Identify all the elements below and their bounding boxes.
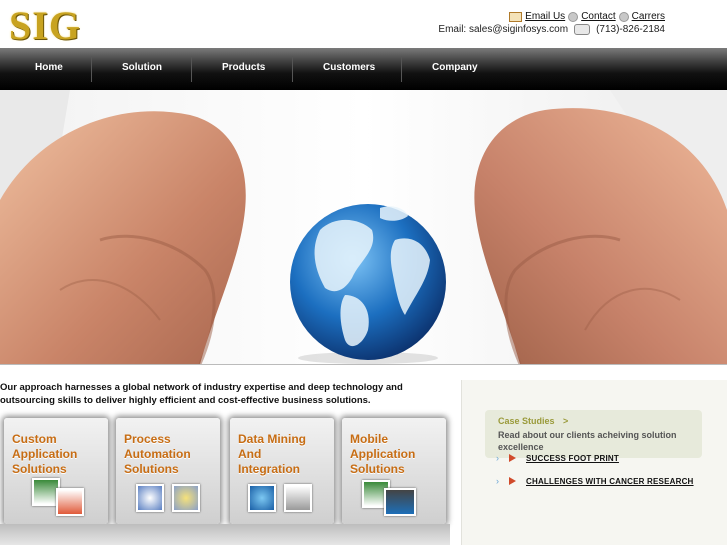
nav-customers[interactable]: Customers (323, 62, 375, 73)
case-link-cancer-research[interactable]: › CHALLENGES WITH CANCER RESEARCH (496, 476, 694, 486)
case-link-label[interactable]: SUCCESS FOOT PRINT (526, 454, 619, 463)
nav-company[interactable]: Company (432, 62, 478, 73)
phone-icon (574, 24, 591, 35)
chevron-right-icon: › (496, 453, 499, 463)
tile-label: Data Mining And Integration (238, 432, 306, 476)
gears-icon (172, 484, 200, 512)
contact-icon (568, 11, 579, 22)
main-nav: Home Solution Products Customers Company (0, 48, 727, 91)
chevron-right-icon: › (496, 476, 499, 486)
arrow-right-icon (509, 454, 516, 462)
tile-custom-application[interactable]: Custom Application Solutions (4, 418, 108, 524)
tile-process-automation[interactable]: Process Automation Solutions (116, 418, 220, 524)
chart-document-icon (56, 488, 84, 516)
contact-link[interactable]: Contact (581, 11, 615, 22)
envelope-icon (509, 11, 523, 22)
header: SIG Email Us Contact Carrers Email: sale… (0, 0, 727, 48)
email-address: Email: sales@siginfosys.com (438, 24, 569, 35)
chevron-right-icon: > (563, 416, 569, 426)
globe-icon (248, 484, 276, 512)
careers-icon (618, 11, 629, 22)
phone-number: (713)-826-2184 (596, 24, 665, 35)
case-studies-description: Read about our clients acheiving solutio… (498, 430, 677, 452)
intro-text: Our approach harnesses a global network … (0, 382, 403, 406)
email-us-link[interactable]: Email Us (525, 11, 565, 22)
hero-banner (0, 90, 727, 365)
case-studies-title[interactable]: Case Studies > (498, 416, 568, 426)
careers-link[interactable]: Carrers (632, 11, 665, 22)
case-link-success[interactable]: › SUCCESS FOOT PRINT (496, 453, 619, 463)
monitor-icon (384, 488, 416, 516)
case-link-label[interactable]: CHALLENGES WITH CANCER RESEARCH (526, 477, 694, 486)
nav-solution[interactable]: Solution (122, 62, 162, 73)
chain-link-icon (284, 484, 312, 512)
nav-home[interactable]: Home (35, 62, 63, 73)
tiles-reflection (0, 524, 450, 545)
arrow-right-icon (509, 477, 516, 485)
tile-label: Process Automation Solutions (124, 432, 191, 476)
tile-data-mining[interactable]: Data Mining And Integration (230, 418, 334, 524)
logo[interactable]: SIG (9, 2, 81, 49)
nav-separator (401, 56, 402, 82)
nav-separator (191, 56, 192, 82)
gear-icon (136, 484, 164, 512)
nav-separator (292, 56, 293, 82)
case-studies-label: Case Studies (498, 416, 555, 426)
top-links: Email Us Contact Carrers (509, 11, 665, 22)
tile-label: Custom Application Solutions (12, 432, 78, 476)
nav-separator (91, 56, 92, 82)
hero-image (0, 90, 727, 364)
tile-label: Mobile Application Solutions (350, 432, 416, 476)
nav-products[interactable]: Products (222, 62, 265, 73)
tile-mobile-application[interactable]: Mobile Application Solutions (342, 418, 446, 524)
contact-line: Email: sales@siginfosys.com (713)-826-21… (438, 24, 665, 35)
